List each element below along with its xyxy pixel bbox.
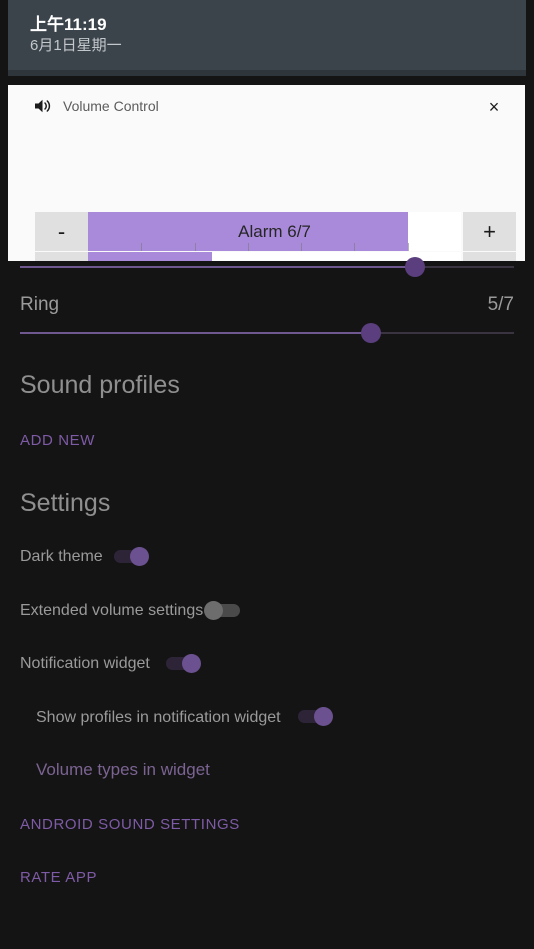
extended-volume-settings-toggle[interactable]: [204, 599, 244, 621]
speaker-volume-icon: [34, 98, 52, 114]
volume-types-in-widget-link[interactable]: Volume types in widget: [36, 760, 210, 780]
alarm-app-slider[interactable]: [20, 257, 514, 277]
alarm-app-slider-active: [20, 266, 416, 268]
status-bar-date: 6月1日星期一: [30, 37, 122, 54]
notification-widget-toggle[interactable]: [164, 652, 204, 674]
volume-row-alarm[interactable]: - Alarm 6/7 +: [35, 212, 516, 251]
app-content: Ring 5/7 Sound profiles ADD NEW Settings…: [0, 257, 534, 949]
close-icon[interactable]: ×: [481, 95, 507, 119]
slider-tick: [247, 243, 249, 251]
slider-tick: [407, 243, 409, 251]
slider-tick: [301, 243, 303, 251]
ring-app-slider-thumb[interactable]: [360, 323, 381, 343]
alarm-decrease-button[interactable]: -: [35, 212, 88, 251]
dark-theme-label: Dark theme: [20, 548, 103, 565]
rate-app-button[interactable]: RATE APP: [20, 869, 97, 886]
sound-profiles-title: Sound profiles: [20, 371, 180, 399]
toggle-thumb: [314, 707, 333, 726]
add-new-button[interactable]: ADD NEW: [20, 432, 95, 449]
alarm-increase-button[interactable]: +: [463, 212, 516, 251]
slider-tick: [354, 243, 356, 251]
notification-header: Volume Control ×: [8, 85, 525, 127]
dark-theme-toggle[interactable]: [112, 545, 152, 567]
notification-shade-header: 上午11:19 6月1日星期一: [8, 0, 526, 70]
ring-app-slider[interactable]: [20, 323, 514, 343]
ring-row-label: Ring: [20, 294, 60, 315]
extended-volume-settings-label: Extended volume settings: [20, 602, 204, 619]
app-screen: 上午11:19 6月1日星期一 Volume Control × - Alarm…: [0, 0, 534, 949]
slider-tick: [194, 243, 196, 251]
slider-tick: [141, 243, 143, 251]
ring-app-slider-active: [20, 332, 371, 334]
android-sound-settings-button[interactable]: ANDROID SOUND SETTINGS: [20, 816, 240, 833]
show-profiles-toggle[interactable]: [296, 705, 336, 727]
toggle-thumb: [182, 654, 201, 673]
shade-divider: [8, 70, 526, 76]
alarm-app-slider-thumb[interactable]: [405, 257, 426, 277]
settings-title: Settings: [20, 489, 111, 517]
show-profiles-label: Show profiles in notification widget: [36, 709, 281, 726]
notification-title: Volume Control: [63, 98, 159, 114]
alarm-slider-ticks: [88, 212, 461, 251]
toggle-thumb: [130, 547, 149, 566]
ring-row-value: 5/7: [487, 294, 514, 315]
alarm-slider-track[interactable]: Alarm 6/7: [88, 212, 461, 251]
notification-widget-label: Notification widget: [20, 655, 150, 672]
status-bar-time: 上午11:19: [30, 15, 107, 34]
toggle-thumb: [204, 601, 223, 620]
volume-control-notification[interactable]: Volume Control × - Alarm 6/7 + - Media 5…: [8, 85, 525, 331]
